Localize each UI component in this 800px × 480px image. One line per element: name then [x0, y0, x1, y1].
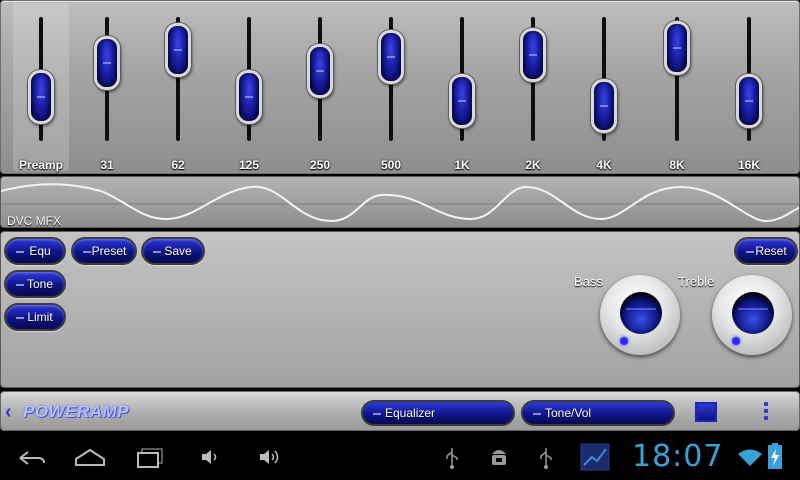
tab-tonevol[interactable]: Tone/Vol	[521, 400, 675, 426]
overflow-menu-icon[interactable]	[763, 402, 769, 422]
band-label: 8K	[669, 158, 685, 172]
equalizer-panel: Preamp 31 62 125 250 500 1K 2K 4K 8K 16K	[0, 0, 800, 174]
poweramp-logo: POWERAMP	[23, 402, 129, 421]
treble-knob-cap	[732, 292, 774, 334]
usb-icon-2	[540, 448, 552, 469]
band-label: Preamp	[18, 158, 64, 172]
band-label: 1K	[454, 158, 470, 172]
slider-knob[interactable]	[94, 35, 120, 90]
tab-tonevol-label: Tone/Vol	[545, 406, 592, 420]
band-label: 4K	[596, 158, 612, 172]
battery-charging-icon	[768, 443, 782, 469]
tone-led-icon	[16, 284, 24, 286]
preset-button[interactable]: Preset	[71, 237, 137, 265]
eq-band-slider[interactable]: 8K	[649, 1, 705, 173]
tonevol-tab-led-icon	[533, 413, 541, 415]
eq-band-slider[interactable]: 31	[79, 1, 135, 173]
volume-up-icon[interactable]	[258, 448, 282, 466]
band-label: 2K	[525, 158, 541, 172]
clock: 18:07	[632, 439, 724, 474]
band-label: 16K	[737, 158, 760, 172]
slider-knob[interactable]	[165, 22, 191, 77]
app-bar: ‹ POWERAMP Equalizer Tone/Vol	[0, 391, 800, 431]
controls-panel: Equ Preset Save Reset Tone Limit Bass Tr…	[0, 231, 800, 388]
preamp-slider[interactable]: Preamp	[13, 1, 69, 173]
bass-indicator-dot	[620, 337, 628, 345]
save-led-icon	[153, 251, 161, 253]
limit-toggle-label: Limit	[27, 310, 53, 324]
equ-toggle[interactable]: Equ	[4, 237, 66, 265]
slider-knob[interactable]	[236, 69, 262, 124]
limit-toggle[interactable]: Limit	[4, 303, 66, 331]
wave-label: DVC MFX	[7, 214, 61, 228]
band-label: 62	[171, 158, 185, 172]
band-label: 250	[309, 158, 331, 172]
eq-band-slider[interactable]: 4K	[576, 1, 632, 173]
back-icon[interactable]	[16, 448, 46, 468]
tab-equalizer[interactable]: Equalizer	[361, 400, 515, 426]
volume-down-icon[interactable]	[200, 448, 220, 466]
reset-led-icon	[746, 251, 754, 253]
eq-curve-display: DVC MFX	[0, 176, 800, 228]
poweramp-notification-icon	[580, 443, 610, 471]
save-button-label: Save	[164, 244, 192, 258]
home-icon[interactable]	[74, 447, 106, 467]
tone-toggle-label: Tone	[26, 277, 54, 291]
bass-knob-cap	[620, 292, 662, 334]
eq-band-slider[interactable]: 16K	[721, 1, 777, 173]
system-bar: 18:07	[0, 434, 800, 480]
usb-icon	[446, 448, 458, 469]
slider-knob[interactable]	[736, 73, 762, 128]
eq-band-slider[interactable]: 62	[150, 1, 206, 173]
preset-led-icon	[83, 251, 91, 253]
equalizer-tab-led-icon	[373, 413, 381, 415]
band-label: 125	[238, 158, 260, 172]
library-icon[interactable]	[695, 402, 717, 422]
slider-knob[interactable]	[449, 73, 475, 128]
slider-knob[interactable]	[307, 43, 333, 98]
equ-led-icon	[16, 251, 24, 253]
band-label: 31	[100, 158, 114, 172]
slider-knob[interactable]	[664, 21, 690, 76]
recent-apps-icon[interactable]	[136, 447, 166, 469]
eq-band-slider[interactable]: 1K	[434, 1, 490, 173]
eq-curve-line	[1, 183, 799, 223]
equ-toggle-label: Equ	[29, 244, 51, 258]
tone-toggle[interactable]: Tone	[4, 270, 66, 298]
limit-led-icon	[16, 317, 24, 319]
preset-button-label: Preset	[91, 244, 127, 258]
reset-button-label: Reset	[755, 244, 787, 258]
eq-curve-graph	[1, 183, 799, 223]
wifi-icon	[738, 449, 762, 466]
band-label: 500	[380, 158, 402, 172]
slider-knob[interactable]	[520, 27, 546, 82]
eq-band-slider[interactable]: 250	[292, 1, 348, 173]
eq-band-slider[interactable]: 500	[363, 1, 419, 173]
eq-band-slider[interactable]: 125	[221, 1, 277, 173]
treble-label: Treble	[678, 274, 715, 289]
android-debug-icon	[492, 450, 506, 465]
treble-knob[interactable]	[712, 275, 792, 355]
back-chevron-icon[interactable]: ‹	[5, 401, 12, 424]
slider-knob[interactable]	[591, 78, 617, 133]
tab-equalizer-label: Equalizer	[385, 406, 436, 420]
reset-button[interactable]: Reset	[734, 237, 798, 265]
eq-band-slider[interactable]: 2K	[505, 1, 561, 173]
save-button[interactable]: Save	[141, 237, 205, 265]
slider-knob[interactable]	[28, 69, 54, 124]
treble-indicator-dot	[732, 337, 740, 345]
bass-knob[interactable]	[600, 275, 680, 355]
bass-label: Bass	[574, 274, 603, 289]
slider-knob[interactable]	[378, 30, 404, 85]
